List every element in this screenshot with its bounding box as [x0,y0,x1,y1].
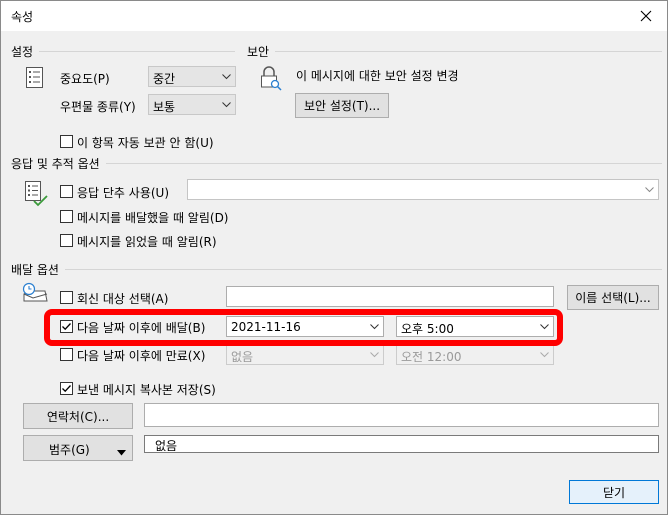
sensitivity-dropdown[interactable]: 보통 [148,94,236,115]
expire-time-dropdown[interactable]: 오전 12:00 [396,344,554,365]
checkmark-icon [62,385,71,393]
sensitivity-value: 보통 [153,100,176,114]
expire-date-value: 없음 [231,350,254,364]
clock-envelope-icon [21,282,49,309]
delivery-section-label: 배달 옵션 [11,261,65,278]
lock-icon [260,65,282,94]
importance-label: 중요도(P) [60,72,110,86]
close-icon[interactable] [625,1,667,31]
chevron-down-icon [218,67,235,86]
categories-button-label: 범주(G) [49,443,90,457]
categories-value: 없음 [155,439,178,453]
chevron-down-icon [218,95,235,114]
delivery-receipt-label: 메시지를 배달했을 때 알림(D) [77,211,229,225]
replies-sent-to-checkbox[interactable] [60,291,73,304]
save-copy-label: 보낸 메시지 복사본 저장(S) [77,383,216,397]
security-description: 이 메시지에 대한 보안 설정 변경 [296,69,459,83]
use-voting-buttons-checkbox[interactable] [60,185,73,198]
categories-button[interactable]: 범주(G) [23,435,133,461]
security-section-label: 보안 [247,43,276,60]
voting-section-label: 응답 및 추적 옵션 [11,155,106,172]
chevron-down-icon [366,345,383,364]
save-copy-checkbox[interactable] [60,382,73,395]
replies-sent-to-label: 회신 대상 선택(A) [77,292,169,306]
caret-down-icon [117,445,126,459]
chevron-down-icon [536,345,553,364]
chevron-down-icon [641,180,658,199]
read-receipt-checkbox[interactable] [60,234,73,247]
expires-after-label: 다음 날짜 이후에 만료(X) [77,349,206,363]
contacts-input[interactable] [144,403,659,427]
categories-field: 없음 [144,435,659,453]
do-not-autoarchive-label: 이 항목 자동 보관 안 함(U) [77,136,214,150]
delivery-receipt-checkbox[interactable] [60,210,73,223]
importance-dropdown[interactable]: 중간 [148,66,236,87]
expire-date-dropdown[interactable]: 없음 [226,344,384,365]
replies-sent-to-input[interactable] [226,286,554,307]
select-names-button[interactable]: 이름 선택(L)... [567,285,659,310]
settings-section-label: 설정 [11,43,40,60]
expire-time-value: 오전 12:00 [401,350,462,364]
window-title: 속성 [11,10,34,24]
close-button[interactable]: 닫기 [569,480,659,504]
read-receipt-label: 메시지를 읽었을 때 알림(R) [77,235,217,249]
settings-list-icon [26,67,44,92]
use-voting-buttons-label: 응답 단추 사용(U) [77,186,170,200]
voting-buttons-dropdown[interactable] [187,179,659,200]
title-bar: 속성 [1,1,667,31]
highlight-annotation [44,309,563,346]
importance-value: 중간 [153,72,176,86]
sensitivity-label: 우편물 종류(Y) [60,100,136,114]
contacts-button[interactable]: 연락처(C)... [23,403,133,429]
properties-dialog: 속성 설정 중요도(P) 중간 우편물 종류(Y) 보통 이 항목 자동 보관 … [0,0,668,515]
expires-after-checkbox[interactable] [60,348,73,361]
tracking-icon [25,181,49,210]
security-settings-button[interactable]: 보안 설정(T)... [295,93,389,118]
do-not-autoarchive-checkbox[interactable] [60,135,73,148]
